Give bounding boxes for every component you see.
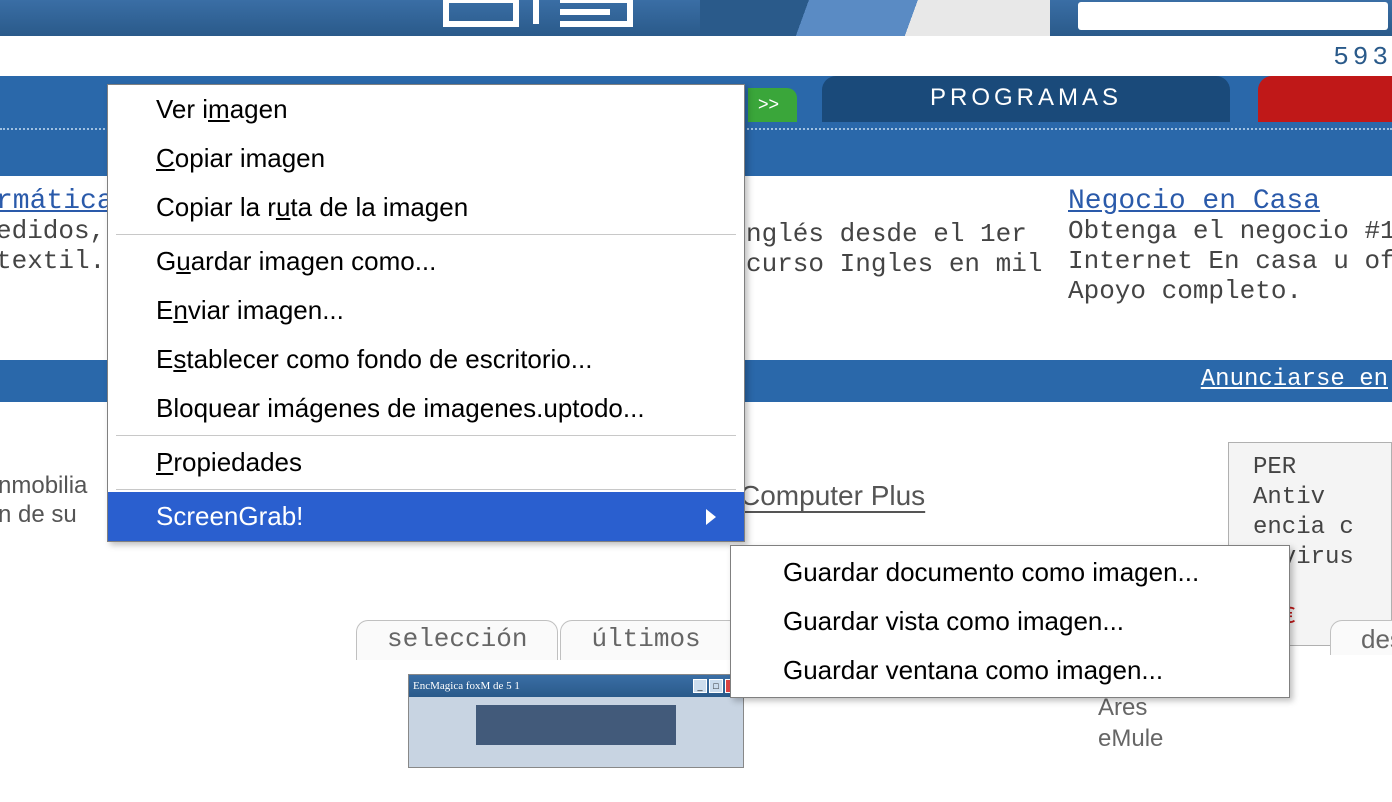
menu-item[interactable]: Enviar imagen... [108, 286, 744, 335]
screenshot-thumbnail[interactable]: EncMagica foxM de 5 1 _ □ × [408, 674, 744, 768]
ad-right-line1: Obtenga el negocio #1 [1068, 217, 1392, 247]
left-snippet-line2: n de su [0, 501, 87, 530]
visitor-counter: 593 [0, 36, 1392, 76]
thumb-max-icon: □ [709, 679, 723, 693]
menu-item[interactable]: Ver imagen [108, 85, 744, 134]
thumb-min-icon: _ [693, 679, 707, 693]
ad-block-left[interactable]: rmática edidos, textil. [0, 182, 114, 281]
thumb-title-text: EncMagica foxM de 5 1 [413, 680, 693, 692]
menu-item[interactable]: Copiar imagen [108, 134, 744, 183]
tab-seleccion[interactable]: selección [356, 620, 558, 660]
promo-line2: encia c [1253, 513, 1379, 543]
thumb-inner-preview [476, 705, 676, 745]
submenu-arrow-icon [706, 509, 716, 525]
ad-mid-line1: nglés desde el 1er [746, 220, 1042, 250]
nav-tab-red[interactable] [1258, 76, 1392, 122]
menu-item[interactable]: Guardar imagen como... [108, 237, 744, 286]
ad-right-title: Negocio en Casa [1068, 186, 1392, 217]
list-item-emule[interactable]: eMule [1098, 723, 1163, 754]
ad-block-mid[interactable]: nglés desde el 1er curso Ingles en mil [746, 216, 1042, 284]
menu-separator [116, 489, 736, 490]
ad-left-line1: edidos, [0, 217, 114, 247]
screengrab-submenu[interactable]: Guardar documento como imagen...Guardar … [730, 545, 1290, 698]
menu-item-screengrab[interactable]: ScreenGrab! [108, 492, 744, 541]
menu-item[interactable]: Copiar la ruta de la imagen [108, 183, 744, 232]
header-search-box[interactable] [1078, 2, 1388, 30]
bottom-tabs-row: selección últimos [356, 620, 762, 660]
left-snippet-line1: nmobilia [0, 472, 87, 501]
ad-mid-line2: curso Ingles en mil [746, 250, 1042, 280]
promo-line1: PER Antiv [1253, 453, 1379, 513]
menu-mnemonic: s [173, 344, 186, 374]
ad-block-right[interactable]: Negocio en Casa Obtenga el negocio #1 In… [1068, 182, 1392, 311]
menu-mnemonic: n [173, 295, 187, 325]
context-menu[interactable]: Ver imagenCopiar imagenCopiar la ruta de… [107, 84, 745, 542]
ad-right-line3: Apoyo completo. [1068, 277, 1392, 307]
ad-left-title: rmática [0, 186, 114, 217]
ad-left-line2: textil. [0, 247, 114, 277]
menu-mnemonic: u [276, 192, 290, 222]
submenu-item[interactable]: Guardar vista como imagen... [731, 597, 1289, 646]
advertise-link[interactable]: Anunciarse en [1201, 366, 1388, 393]
nav-tab-green[interactable]: >> [748, 88, 797, 122]
ad-right-line2: Internet En casa u ofic [1068, 247, 1392, 277]
header-top-bar [0, 0, 1392, 36]
menu-item[interactable]: Establecer como fondo de escritorio... [108, 335, 744, 384]
menu-item[interactable]: Propiedades [108, 438, 744, 487]
menu-mnemonic: m [208, 94, 230, 124]
counter-value: 593 [1333, 42, 1392, 72]
tab-des[interactable]: des [1330, 620, 1392, 655]
submenu-item[interactable]: Guardar documento como imagen... [731, 548, 1289, 597]
menu-mnemonic: P [156, 447, 173, 477]
computer-plus-link[interactable]: Computer Plus [740, 480, 925, 512]
thumb-body [409, 697, 743, 749]
menu-mnemonic: C [156, 143, 175, 173]
nav-tab-programas[interactable]: PROGRAMAS [822, 76, 1230, 122]
menu-separator [116, 435, 736, 436]
header-slant-decor [700, 0, 1050, 36]
site-logo [440, 0, 700, 38]
submenu-item[interactable]: Guardar ventana como imagen... [731, 646, 1289, 695]
menu-mnemonic: u [176, 246, 190, 276]
popular-list: Ares eMule [1098, 692, 1163, 754]
menu-item[interactable]: Bloquear imágenes de imagenes.uptodo... [108, 384, 744, 433]
thumb-titlebar: EncMagica foxM de 5 1 _ □ × [409, 675, 743, 697]
menu-separator [116, 234, 736, 235]
left-text-snippet: nmobilia n de su [0, 472, 87, 530]
